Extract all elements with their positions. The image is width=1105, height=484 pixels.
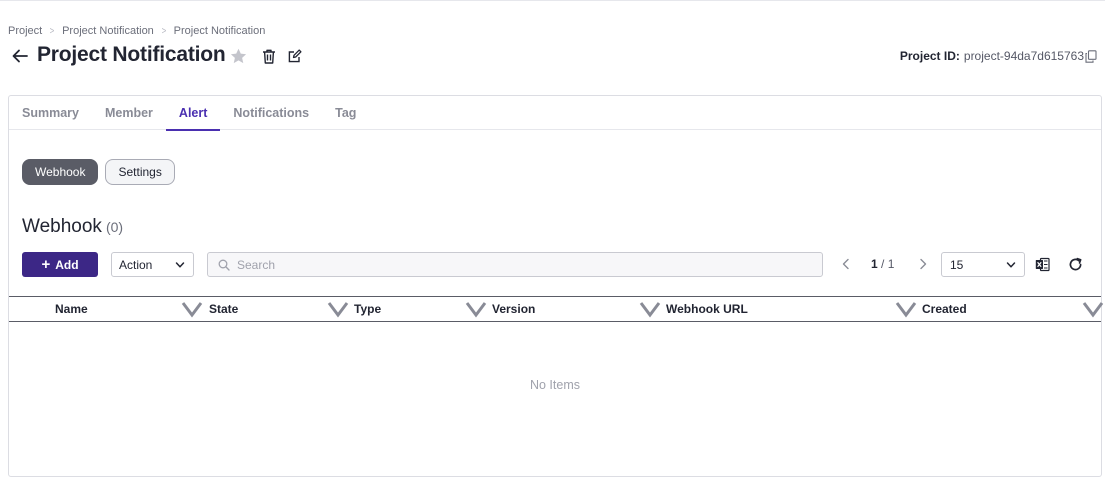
pagination-status: 1 / 1 xyxy=(871,257,894,271)
chevron-down-icon xyxy=(1006,262,1016,268)
copy-icon[interactable] xyxy=(1085,50,1097,63)
project-id-label: Project ID: xyxy=(899,49,960,63)
column-state-label: State xyxy=(209,302,239,316)
column-header-webhook-url[interactable]: Webhook URL xyxy=(666,297,748,321)
breadcrumb-item-project[interactable]: Project xyxy=(8,25,42,37)
trash-icon[interactable] xyxy=(262,49,276,64)
table-header: Name State Type Version Webhook URL Crea… xyxy=(9,296,1104,322)
column-name-label: Name xyxy=(55,302,88,316)
segment-settings[interactable]: Settings xyxy=(105,159,175,185)
plus-icon: + xyxy=(41,256,51,273)
section-count: (0) xyxy=(105,219,124,235)
tab-notifications[interactable]: Notifications xyxy=(220,96,322,130)
add-button[interactable]: + Add xyxy=(22,252,98,277)
chevron-down-icon xyxy=(175,262,185,268)
tab-member[interactable]: Member xyxy=(92,96,166,130)
excel-icon[interactable] xyxy=(1035,257,1050,272)
project-id-value: project-94da7d615763 xyxy=(963,49,1084,63)
sort-icon[interactable] xyxy=(638,297,662,321)
column-created-label: Created xyxy=(922,302,967,316)
arrow-left-icon[interactable] xyxy=(11,47,29,65)
content-card: Summary Member Alert Notifications Tag W… xyxy=(8,95,1104,477)
action-dropdown-label: Action xyxy=(119,257,153,272)
chevron-right-icon[interactable] xyxy=(917,257,929,271)
project-id: Project ID: project-94da7d615763 xyxy=(900,49,1084,63)
search-icon xyxy=(218,259,230,271)
column-version-label: Version xyxy=(492,302,536,316)
breadcrumb-separator-icon: > xyxy=(49,25,55,37)
search-input[interactable]: Search xyxy=(207,252,823,277)
segment-control: Webhook Settings xyxy=(22,159,175,185)
section-title: Webhook xyxy=(22,216,102,237)
breadcrumb-item-current: Project Notification xyxy=(173,25,266,37)
column-header-state[interactable]: State xyxy=(209,297,238,321)
column-header-created[interactable]: Created xyxy=(922,297,967,321)
page-size-value: 15 xyxy=(950,257,964,272)
tab-alert[interactable]: Alert xyxy=(165,96,221,131)
star-icon[interactable] xyxy=(229,47,248,66)
tab-tag[interactable]: Tag xyxy=(322,96,369,130)
column-webhook-url-label: Webhook URL xyxy=(666,302,748,316)
action-dropdown[interactable]: Action xyxy=(111,252,194,277)
sort-icon[interactable] xyxy=(180,297,204,321)
breadcrumb-item-project-group[interactable]: Project Notification xyxy=(62,25,154,37)
search-placeholder: Search xyxy=(237,257,276,272)
page-size-select[interactable]: 15 xyxy=(941,252,1025,277)
page-title: Project Notification xyxy=(37,43,226,66)
section-heading: Webhook (0) xyxy=(22,216,123,238)
tab-summary[interactable]: Summary xyxy=(9,96,92,130)
add-button-label: Add xyxy=(55,257,79,272)
sort-icon[interactable] xyxy=(464,297,488,321)
segment-webhook[interactable]: Webhook xyxy=(22,159,99,185)
page-total: / 1 xyxy=(881,257,895,271)
sort-icon[interactable] xyxy=(326,297,350,321)
column-header-name[interactable]: Name xyxy=(55,297,88,321)
column-header-type[interactable]: Type xyxy=(354,297,381,321)
column-type-label: Type xyxy=(354,302,382,316)
refresh-icon[interactable] xyxy=(1068,257,1083,272)
chevron-left-icon[interactable] xyxy=(840,257,852,271)
sort-icon[interactable] xyxy=(894,297,918,321)
empty-state-text: No Items xyxy=(529,378,580,392)
column-header-version[interactable]: Version xyxy=(492,297,535,321)
breadcrumb-separator-icon: > xyxy=(161,25,167,37)
tab-bar: Summary Member Alert Notifications Tag xyxy=(9,96,1101,131)
edit-icon[interactable] xyxy=(288,49,302,63)
top-divider xyxy=(0,0,1105,1)
sort-icon[interactable] xyxy=(1081,297,1105,321)
breadcrumb: Project > Project Notification > Project… xyxy=(8,24,265,38)
page-current: 1 xyxy=(871,257,878,271)
